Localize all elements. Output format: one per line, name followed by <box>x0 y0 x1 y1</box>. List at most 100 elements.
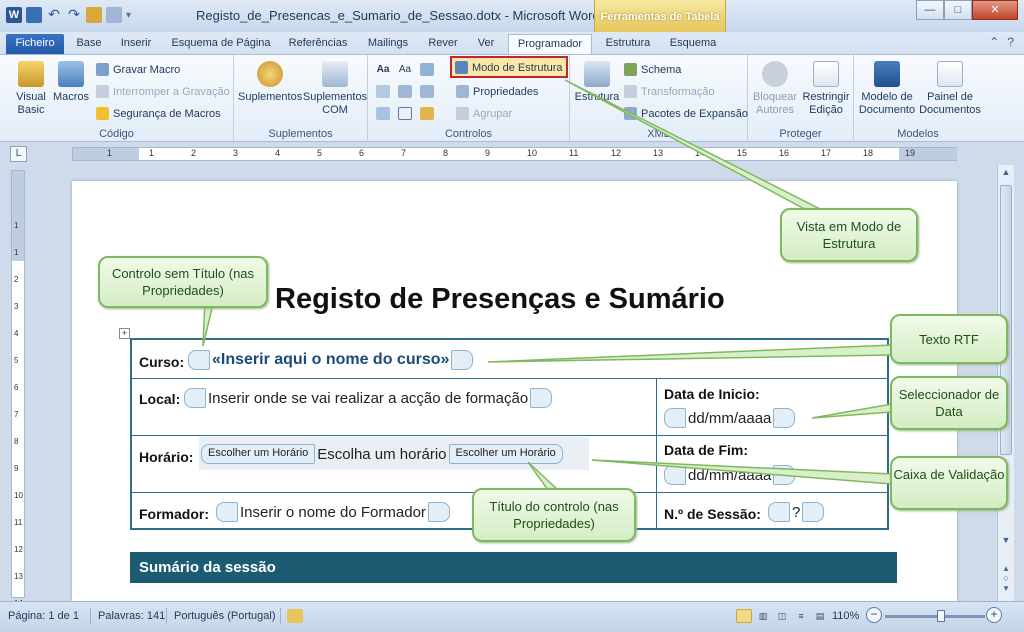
undo-icon[interactable]: ↶ <box>46 7 62 23</box>
visual-basic-button[interactable]: Visual Basic <box>10 61 52 117</box>
formador-value[interactable]: Inserir o nome do Formador <box>238 504 428 521</box>
group-button[interactable]: Agrupar <box>456 107 512 120</box>
tab-home[interactable]: Base <box>70 34 108 54</box>
com-addins-button[interactable]: Suplementos COM <box>302 61 368 117</box>
paste-icon[interactable] <box>106 7 122 23</box>
sessao-checkbox-control[interactable]: ? <box>768 502 825 522</box>
content-control-end-tag[interactable] <box>773 408 796 428</box>
data-fim-value[interactable]: dd/mm/aaaa <box>686 467 773 484</box>
legacy-tools-icon[interactable] <box>420 107 434 120</box>
local-value[interactable]: Inserir onde se vai realizar a acção de … <box>206 390 530 407</box>
content-control-end-tag[interactable] <box>427 502 450 522</box>
table-move-handle[interactable]: + <box>119 328 130 339</box>
minimize-button[interactable]: — <box>916 0 944 20</box>
rich-text-control-icon[interactable]: Aa <box>376 63 390 76</box>
tab-page-layout[interactable]: Esquema de Página <box>166 34 276 54</box>
picture-control-icon[interactable] <box>420 63 434 76</box>
content-control-start-tag[interactable] <box>664 465 686 485</box>
content-control-end-tag[interactable] <box>530 388 553 408</box>
tab-mailings[interactable]: Mailings <box>362 34 414 54</box>
horizontal-ruler[interactable]: 1 1 2 3 4 5 6 7 8 9 10 11 12 13 14 15 16 17 18 19 <box>72 147 957 161</box>
tab-insert[interactable]: Inserir <box>114 34 158 54</box>
web-layout-view-icon[interactable]: ◫ <box>774 609 790 623</box>
full-screen-reading-view-icon[interactable]: ▥ <box>755 609 771 623</box>
horario-value[interactable]: Escolha um horário <box>315 446 448 463</box>
data-inicio-value[interactable]: dd/mm/aaaa <box>686 410 773 427</box>
properties-button[interactable]: Propriedades <box>456 85 538 98</box>
language-indicator[interactable]: Português (Portugal) <box>174 610 276 622</box>
data-fim-date-picker[interactable]: dd/mm/aaaa <box>664 465 796 485</box>
content-control-end-tag[interactable] <box>773 465 796 485</box>
curso-rtf-control[interactable]: «Inserir aqui o nome do curso» <box>188 350 474 370</box>
zoom-slider[interactable] <box>885 610 985 622</box>
horario-end-tag[interactable]: Escolher um Horário <box>448 444 563 464</box>
content-control-end-tag[interactable] <box>802 502 825 522</box>
building-block-control-icon[interactable] <box>376 85 390 98</box>
macro-recording-icon[interactable] <box>287 609 303 623</box>
outline-view-icon[interactable]: ≡ <box>793 609 809 623</box>
sessao-value[interactable]: ? <box>790 504 802 521</box>
local-control[interactable]: Inserir onde se vai realizar a acção de … <box>184 388 553 408</box>
block-authors-button[interactable]: Bloquear Autores <box>750 61 800 117</box>
page-count[interactable]: Página: 1 de 1 <box>8 610 79 622</box>
tab-table-design[interactable]: Estrutura <box>598 34 658 54</box>
format-painter-icon[interactable] <box>86 7 102 23</box>
macro-security-button[interactable]: Segurança de Macros <box>96 107 221 120</box>
horario-start-tag[interactable]: Escolher um Horário <box>201 444 316 464</box>
content-control-start-tag[interactable] <box>184 388 206 408</box>
print-layout-view-icon[interactable] <box>736 609 752 623</box>
zoom-out-button[interactable]: − <box>866 607 882 623</box>
pause-recording-button[interactable]: Interromper a Gravação <box>96 85 230 98</box>
scroll-up-icon[interactable]: ▲ <box>998 167 1014 181</box>
word-count[interactable]: Palavras: 141 <box>98 610 165 622</box>
content-control-start-tag[interactable] <box>664 408 686 428</box>
vertical-ruler[interactable]: 11234567891011121314 <box>11 170 25 608</box>
tab-selector-button[interactable]: L <box>10 146 27 162</box>
document-panel-button[interactable]: Painel de Documentos <box>918 61 982 117</box>
formador-control[interactable]: Inserir o nome do Formador <box>216 502 450 522</box>
dropdown-control-icon[interactable] <box>420 85 434 98</box>
scroll-down-icon[interactable]: ▼ <box>998 535 1014 549</box>
content-control-start-tag[interactable] <box>216 502 238 522</box>
content-control-start-tag[interactable] <box>188 350 210 370</box>
collapse-ribbon-icon[interactable]: ⌃ <box>989 35 999 49</box>
schema-button[interactable]: Schema <box>624 63 681 76</box>
draft-view-icon[interactable]: ▤ <box>812 609 828 623</box>
word-app-icon[interactable]: W <box>6 7 22 23</box>
checkbox-control-icon[interactable] <box>398 107 412 120</box>
curso-value[interactable]: «Inserir aqui o nome do curso» <box>210 351 451 369</box>
warning-icon <box>96 107 109 120</box>
close-button[interactable]: ✕ <box>972 0 1018 20</box>
document-template-button[interactable]: Modelo de Documento <box>856 61 918 117</box>
horario-dropdown-control[interactable]: Escolher um Horário Escolha um horário E… <box>201 444 563 464</box>
transformation-button[interactable]: Transformação <box>624 85 715 98</box>
tab-file[interactable]: Ficheiro <box>6 34 64 54</box>
tab-table-layout[interactable]: Esquema <box>664 34 722 54</box>
redo-icon[interactable]: ↷ <box>66 7 82 23</box>
save-icon[interactable] <box>26 7 42 23</box>
tab-review[interactable]: Rever <box>424 34 462 54</box>
date-picker-control-icon[interactable] <box>376 107 390 120</box>
content-control-end-tag[interactable] <box>451 350 474 370</box>
restrict-editing-button[interactable]: Restringir Edição <box>800 61 852 117</box>
design-mode-button[interactable]: Modo de Estrutura <box>455 61 563 74</box>
content-control-start-tag[interactable] <box>768 502 790 522</box>
zoom-level[interactable]: 110% <box>832 610 859 622</box>
plain-text-control-icon[interactable]: Aa <box>398 63 412 76</box>
macros-button[interactable]: Macros <box>52 61 90 104</box>
customize-qat-icon[interactable]: ▾ <box>126 10 131 21</box>
data-inicio-date-picker[interactable]: dd/mm/aaaa <box>664 408 796 428</box>
help-icon[interactable]: ? <box>1007 35 1014 49</box>
xml-structure-button[interactable]: Estrutura <box>572 61 622 104</box>
zoom-slider-knob[interactable] <box>937 610 945 622</box>
record-macro-button[interactable]: Gravar Macro <box>96 63 180 76</box>
next-page-icon[interactable]: ▾ <box>998 583 1014 597</box>
zoom-in-button[interactable]: + <box>986 607 1002 623</box>
tab-developer[interactable]: Programador <box>508 34 592 54</box>
tab-references[interactable]: Referências <box>284 34 352 54</box>
addins-button[interactable]: Suplementos <box>238 61 302 104</box>
tab-view[interactable]: Ver <box>470 34 502 54</box>
expansion-packs-button[interactable]: Pacotes de Expansão <box>624 107 748 120</box>
maximize-button[interactable]: □ <box>944 0 972 20</box>
combo-box-control-icon[interactable] <box>398 85 412 98</box>
